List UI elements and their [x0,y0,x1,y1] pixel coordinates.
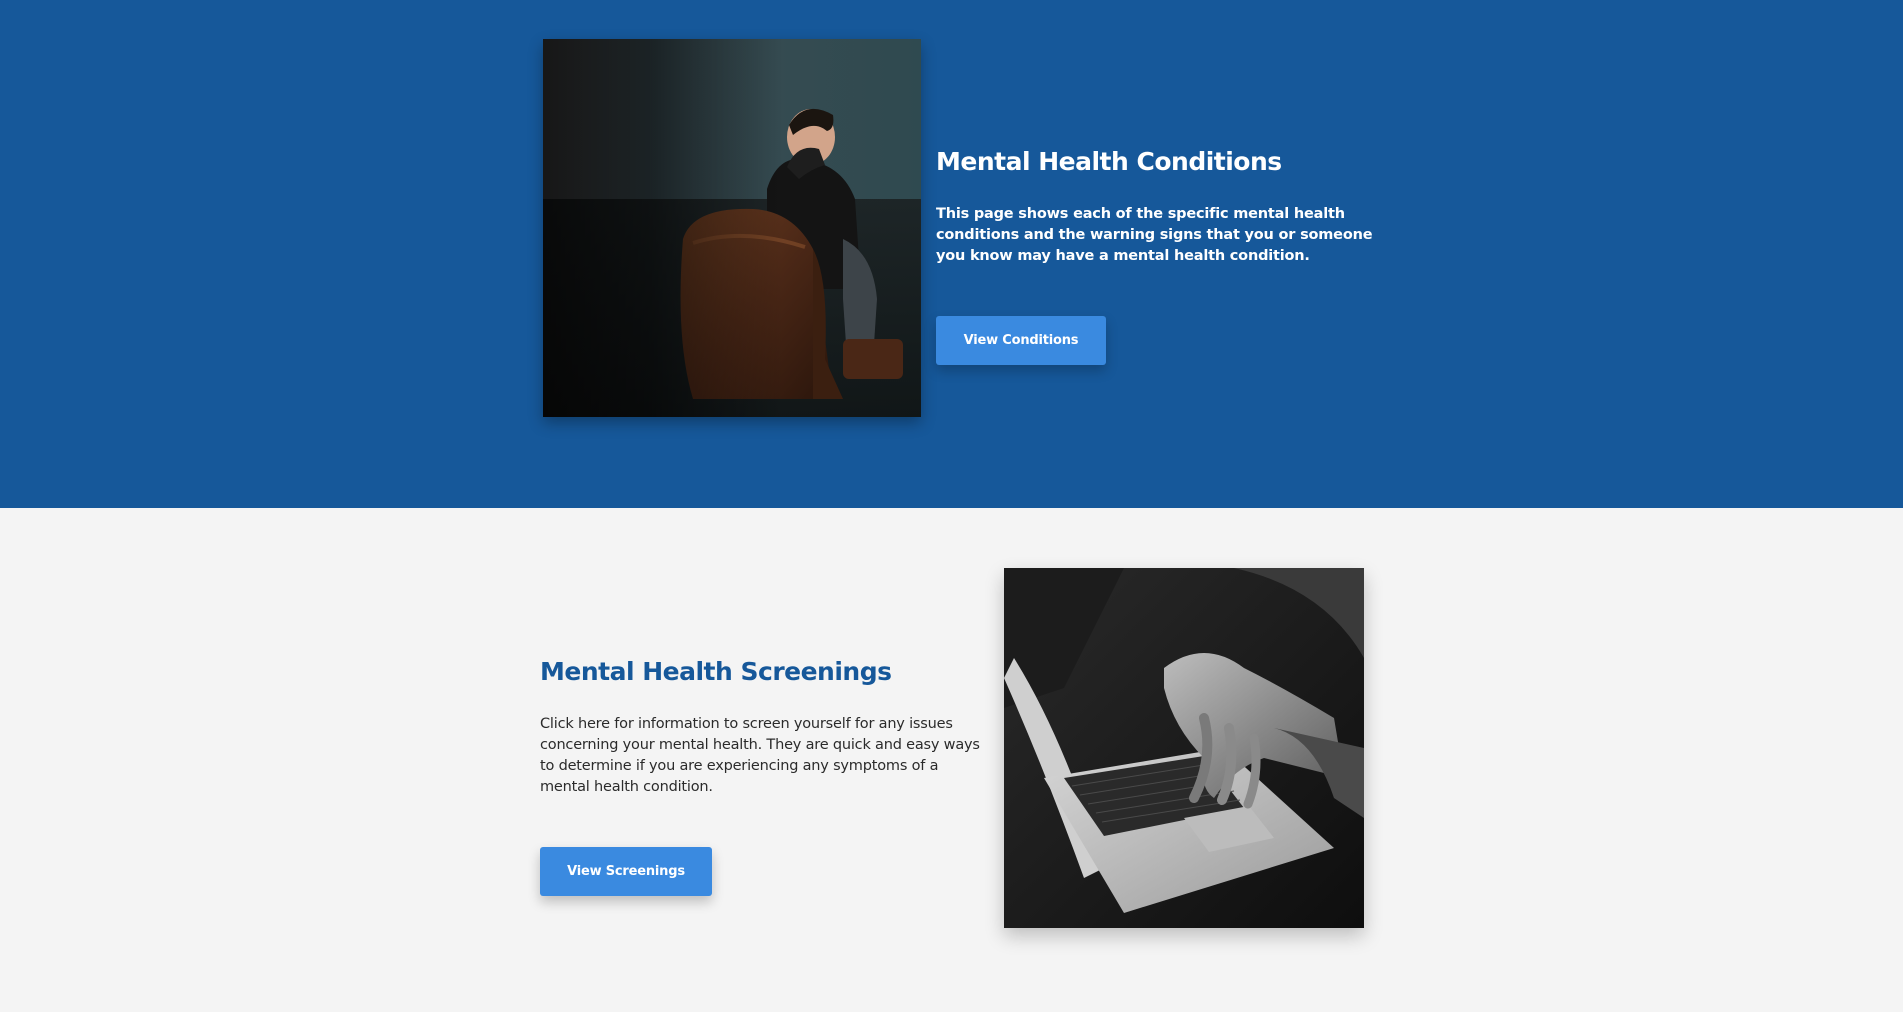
screenings-heading: Mental Health Screenings [540,657,892,686]
view-conditions-button[interactable]: View Conditions [936,316,1106,365]
man-in-armchair-photo [543,39,921,417]
screenings-description: Click here for information to screen you… [540,716,980,795]
hands-on-laptop-photo [1004,568,1364,928]
conditions-heading: Mental Health Conditions [936,147,1282,176]
view-screenings-button[interactable]: View Screenings [540,847,712,896]
conditions-description: This page shows each of the specific men… [936,206,1373,264]
